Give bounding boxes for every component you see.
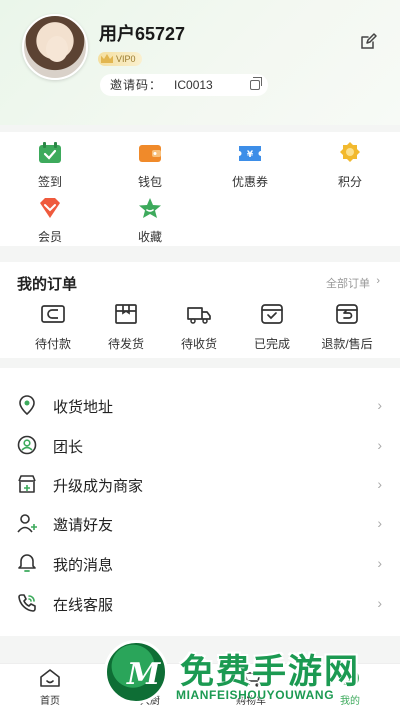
edit-icon[interactable]: [359, 33, 377, 51]
tab-home[interactable]: 首页: [20, 668, 80, 707]
order-status-label: 待收货: [180, 337, 217, 351]
tab-cart[interactable]: 购物车: [221, 668, 281, 707]
order-status-pending-payment[interactable]: 待付款: [13, 302, 93, 352]
quick-action-points[interactable]: 积分: [310, 142, 390, 190]
truck-icon: [187, 307, 211, 324]
chevron-right-icon: ›: [377, 555, 382, 571]
quick-action-coupon[interactable]: ¥ 优惠券: [210, 142, 290, 190]
menu-item-label: 邀请好友: [53, 517, 114, 534]
location-pin-icon: [19, 395, 35, 415]
wallet-icon: [139, 145, 161, 162]
home-icon: [40, 669, 60, 687]
bell-icon: [18, 554, 36, 572]
username: 用户65727: [99, 24, 186, 44]
menu-item-customer-service[interactable]: 在线客服 ›: [0, 583, 400, 623]
cart-icon: [241, 669, 261, 687]
menu-item-label: 我的消息: [53, 557, 114, 574]
avatar[interactable]: [22, 14, 88, 80]
quick-action-label: 钱包: [137, 175, 162, 189]
menu-item-upgrade-merchant[interactable]: 升级成为商家 ›: [0, 464, 400, 504]
order-status-to-ship[interactable]: 待发货: [86, 302, 166, 352]
invite-code: IC0013: [174, 78, 213, 92]
copy-icon[interactable]: [250, 77, 262, 90]
profile-header: 用户65727 VIP0 邀请码： IC0013: [0, 0, 400, 125]
quick-actions: 签到 钱包 ¥ 优惠券 积分 会员 收藏: [0, 132, 400, 246]
quick-action-label: 会员: [37, 230, 62, 244]
chevron-right-icon: ›: [377, 437, 382, 453]
order-status-label: 退款/售后: [321, 337, 373, 351]
order-status-label: 待付款: [34, 337, 71, 351]
chevron-right-icon: ›: [377, 397, 382, 413]
crown-icon: [101, 54, 113, 63]
order-status-label: 待发货: [107, 337, 144, 351]
quick-action-label: 签到: [37, 175, 62, 189]
menu-item-invite-friends[interactable]: 邀请好友 ›: [0, 503, 400, 543]
tab-label: 大厨: [140, 696, 160, 707]
tab-label: 购物车: [236, 696, 266, 707]
quick-action-wallet[interactable]: 钱包: [110, 142, 190, 190]
star-icon: [139, 198, 161, 218]
phone-icon: [18, 594, 36, 612]
card-icon: [41, 305, 65, 323]
tab-label: 首页: [40, 696, 60, 707]
invite-label: 邀请码：: [110, 78, 163, 92]
calendar-check-icon: [39, 142, 61, 163]
quick-action-label: 积分: [337, 175, 362, 189]
menu-item-address[interactable]: 收货地址 ›: [0, 385, 400, 425]
svg-text:¥: ¥: [247, 150, 254, 160]
menu-item-messages[interactable]: 我的消息 ›: [0, 543, 400, 583]
tab-profile[interactable]: 我的: [320, 668, 380, 707]
chef-icon: [139, 670, 161, 687]
tab-chef[interactable]: 大厨: [120, 668, 180, 707]
chevron-right-icon: ›: [377, 595, 382, 611]
profile-icon: [341, 669, 359, 687]
menu-item-label: 团长: [53, 439, 84, 456]
store-upgrade-icon: [18, 475, 36, 493]
quick-action-label: 收藏: [137, 230, 162, 244]
box-icon: [115, 304, 137, 324]
quick-action-favorites[interactable]: 收藏: [110, 197, 190, 245]
check-box-icon: [261, 304, 283, 324]
menu-item-group-leader[interactable]: 团长 ›: [0, 425, 400, 465]
order-status-refund[interactable]: 退款/售后: [307, 302, 387, 352]
member-diamond-icon: [40, 198, 60, 218]
coupon-icon: ¥: [239, 146, 261, 161]
orders-title: 我的订单: [17, 276, 78, 293]
menu-item-label: 升级成为商家: [53, 478, 144, 495]
order-status-label: 已完成: [253, 337, 290, 351]
menu-item-label: 在线客服: [53, 597, 114, 614]
invite-code-box: 邀请码： IC0013: [100, 74, 268, 96]
view-all-orders-link[interactable]: 全部订单: [326, 275, 370, 291]
chevron-right-icon: ›: [376, 275, 380, 287]
points-badge-icon: [340, 142, 360, 162]
refund-icon: [336, 304, 358, 324]
settings-menu: 收货地址 › 团长 › 升级成为商家 › 邀请好友 › 我的消息 › 在线客服 …: [0, 368, 400, 636]
add-user-icon: [17, 514, 37, 533]
menu-item-label: 收货地址: [53, 399, 114, 416]
quick-action-member[interactable]: 会员: [10, 197, 90, 245]
chevron-right-icon: ›: [377, 515, 382, 531]
quick-action-checkin[interactable]: 签到: [10, 142, 90, 190]
chevron-right-icon: ›: [377, 476, 382, 492]
vip-badge: VIP0: [98, 52, 142, 66]
bottom-tab-bar: 首页 大厨 购物车 我的: [0, 663, 400, 711]
order-status-completed[interactable]: 已完成: [232, 302, 312, 352]
quick-action-label: 优惠券: [231, 175, 268, 189]
order-status-to-receive[interactable]: 待收货: [159, 302, 239, 352]
user-circle-icon: [17, 435, 37, 455]
orders-section: 我的订单 全部订单 › 待付款 待发货 待收货 已完成 退款/售后: [0, 262, 400, 358]
vip-label: VIP0: [116, 54, 136, 64]
tab-label: 我的: [340, 696, 360, 707]
